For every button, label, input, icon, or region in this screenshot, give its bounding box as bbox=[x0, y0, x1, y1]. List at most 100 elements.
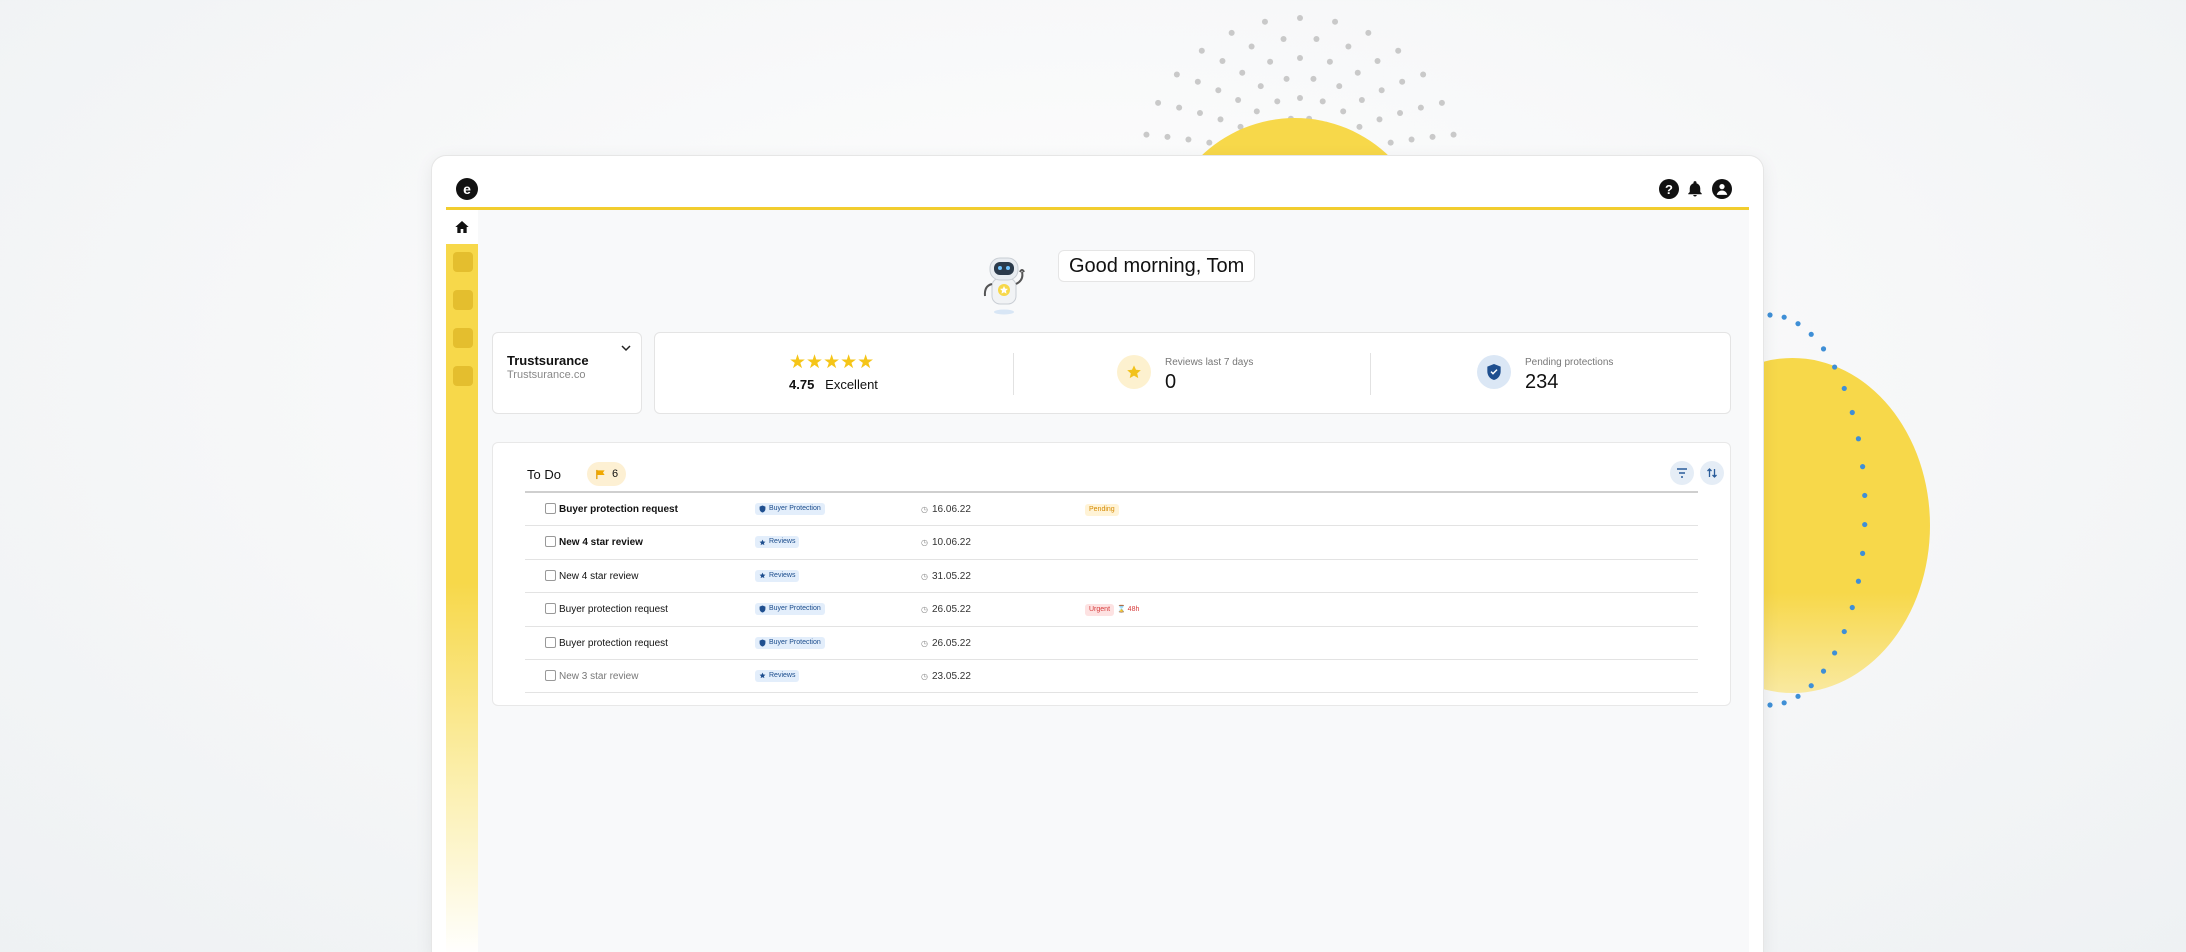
todo-title: To Do bbox=[527, 467, 561, 482]
decorative-dot bbox=[1860, 550, 1866, 556]
sidebar-nav-item-3[interactable] bbox=[453, 328, 473, 348]
decorative-dot bbox=[1855, 578, 1862, 584]
todo-row[interactable]: New 4 star review Reviews ◷ 10.06.22 bbox=[525, 526, 1698, 560]
decorative-dot bbox=[1297, 55, 1303, 61]
todo-row[interactable]: Buyer protection request Buyer Protection… bbox=[525, 493, 1698, 527]
row-checkbox[interactable] bbox=[545, 669, 556, 681]
decorative-dot bbox=[1239, 69, 1246, 76]
todo-title-text: New 4 star review bbox=[559, 570, 639, 582]
sidebar-nav-item-1[interactable] bbox=[453, 252, 473, 272]
decorative-dot bbox=[1253, 108, 1260, 115]
decorative-dot bbox=[1795, 693, 1801, 699]
flag-icon bbox=[596, 469, 605, 479]
category-label: Buyer Protection bbox=[769, 638, 821, 646]
category-tag: Buyer Protection bbox=[755, 603, 825, 616]
decorative-dot bbox=[1387, 139, 1394, 146]
todo-row[interactable]: Buyer protection request Buyer Protection… bbox=[525, 627, 1698, 660]
rating-label: Excellent bbox=[825, 377, 878, 392]
decorative-dot bbox=[1219, 58, 1226, 65]
user-icon[interactable] bbox=[1712, 179, 1732, 199]
todo-title-text: Buyer protection request bbox=[559, 504, 678, 515]
row-checkbox[interactable] bbox=[545, 636, 556, 648]
shop-selector[interactable]: Trustsurance Trustsurance.co bbox=[492, 332, 642, 414]
sidebar-nav-item-2[interactable] bbox=[453, 290, 473, 310]
help-icon[interactable]: ? bbox=[1659, 179, 1679, 199]
todo-date: ◷ 23.05.22 bbox=[921, 671, 971, 682]
decorative-dot bbox=[1215, 87, 1222, 94]
decorative-dot bbox=[1358, 96, 1365, 103]
row-checkbox[interactable] bbox=[545, 569, 556, 581]
row-checkbox[interactable] bbox=[545, 536, 556, 548]
home-icon[interactable] bbox=[446, 210, 478, 244]
decorative-dot bbox=[1767, 312, 1773, 318]
status-badge: Urgent bbox=[1085, 604, 1115, 617]
decorative-dot bbox=[1297, 95, 1303, 101]
date-value: 31.05.22 bbox=[931, 570, 971, 582]
top-bar: e ? bbox=[446, 168, 1749, 210]
decorative-dot bbox=[1155, 99, 1162, 106]
shield-icon bbox=[759, 505, 766, 513]
decorative-dot bbox=[1849, 409, 1855, 416]
decorative-dot bbox=[1855, 436, 1862, 442]
decorative-dot bbox=[1310, 75, 1317, 82]
clock-icon: ◷ bbox=[921, 671, 928, 681]
category-label: Buyer Protection bbox=[769, 505, 821, 512]
decorative-dot bbox=[1841, 628, 1847, 635]
date-value: 16.06.22 bbox=[931, 504, 971, 515]
app-inner: e ? Good morning, Tom Trustsurance Trust… bbox=[446, 168, 1749, 952]
decorative-dot bbox=[1235, 96, 1242, 103]
category-label: Reviews bbox=[769, 571, 796, 579]
category-label: Reviews bbox=[769, 538, 796, 546]
greeting-message: Good morning, Tom bbox=[1058, 250, 1256, 282]
decorative-dot bbox=[1417, 104, 1424, 111]
todo-row[interactable]: New 3 star review Reviews ◷ 23.05.22 bbox=[525, 660, 1698, 694]
decorative-dot bbox=[1376, 116, 1383, 123]
todo-date: ◷ 26.05.22 bbox=[921, 604, 971, 615]
timer-badge: ⌛ 48h bbox=[1117, 604, 1139, 616]
rating-value: 4.75 bbox=[789, 377, 815, 392]
todo-row[interactable]: Buyer protection request Buyer Protection… bbox=[525, 593, 1698, 627]
decorative-dot bbox=[1261, 18, 1268, 25]
decorative-dot bbox=[1283, 75, 1290, 82]
row-checkbox[interactable] bbox=[545, 503, 556, 514]
row-checkbox[interactable] bbox=[545, 603, 556, 615]
decorative-dot bbox=[1164, 133, 1171, 140]
decorative-dot bbox=[1397, 110, 1404, 116]
logo-icon[interactable]: e bbox=[456, 178, 478, 200]
clock-icon: ◷ bbox=[921, 538, 928, 548]
sort-button[interactable] bbox=[1700, 461, 1724, 485]
stats-card: ★★★★★ 4.75 Excellent Reviews last 7 days… bbox=[654, 332, 1731, 414]
date-value: 10.06.22 bbox=[931, 537, 971, 549]
shield-icon bbox=[1477, 355, 1511, 389]
decorative-dot bbox=[1196, 110, 1203, 116]
decorative-dot bbox=[1365, 29, 1372, 36]
divider bbox=[1013, 353, 1014, 395]
decorative-dot bbox=[1841, 385, 1847, 392]
decorative-dot bbox=[1332, 18, 1339, 25]
decorative-dot bbox=[1450, 131, 1457, 138]
bell-icon[interactable] bbox=[1685, 179, 1705, 199]
protections-label: Pending protections bbox=[1525, 357, 1614, 368]
reviews-label: Reviews last 7 days bbox=[1165, 357, 1254, 368]
decorative-dot bbox=[1280, 35, 1287, 42]
filter-button[interactable] bbox=[1670, 461, 1694, 485]
decorative-dot bbox=[1820, 668, 1827, 674]
decorative-dot bbox=[1345, 43, 1352, 50]
todo-count-badge[interactable]: 6 bbox=[587, 462, 627, 486]
sort-icon bbox=[1707, 468, 1717, 478]
todo-date: ◷ 31.05.22 bbox=[921, 571, 971, 582]
sidebar-nav-item-4[interactable] bbox=[453, 366, 473, 386]
todo-row[interactable]: New 4 star review Reviews ◷ 31.05.22 bbox=[525, 560, 1698, 594]
decorative-dot bbox=[1356, 123, 1363, 130]
decorative-dot bbox=[1420, 71, 1427, 78]
decorative-dot bbox=[1438, 99, 1445, 106]
decorative-dot bbox=[1408, 136, 1415, 143]
decorative-dot bbox=[1176, 104, 1183, 111]
shop-url: Trustsurance.co bbox=[507, 369, 586, 381]
decorative-dot bbox=[1795, 321, 1801, 327]
chevron-down-icon[interactable] bbox=[621, 343, 631, 355]
decorative-dot bbox=[1781, 700, 1787, 706]
shield-icon bbox=[759, 605, 766, 613]
todo-title-text: New 4 star review bbox=[559, 537, 643, 549]
filter-icon bbox=[1677, 468, 1687, 478]
